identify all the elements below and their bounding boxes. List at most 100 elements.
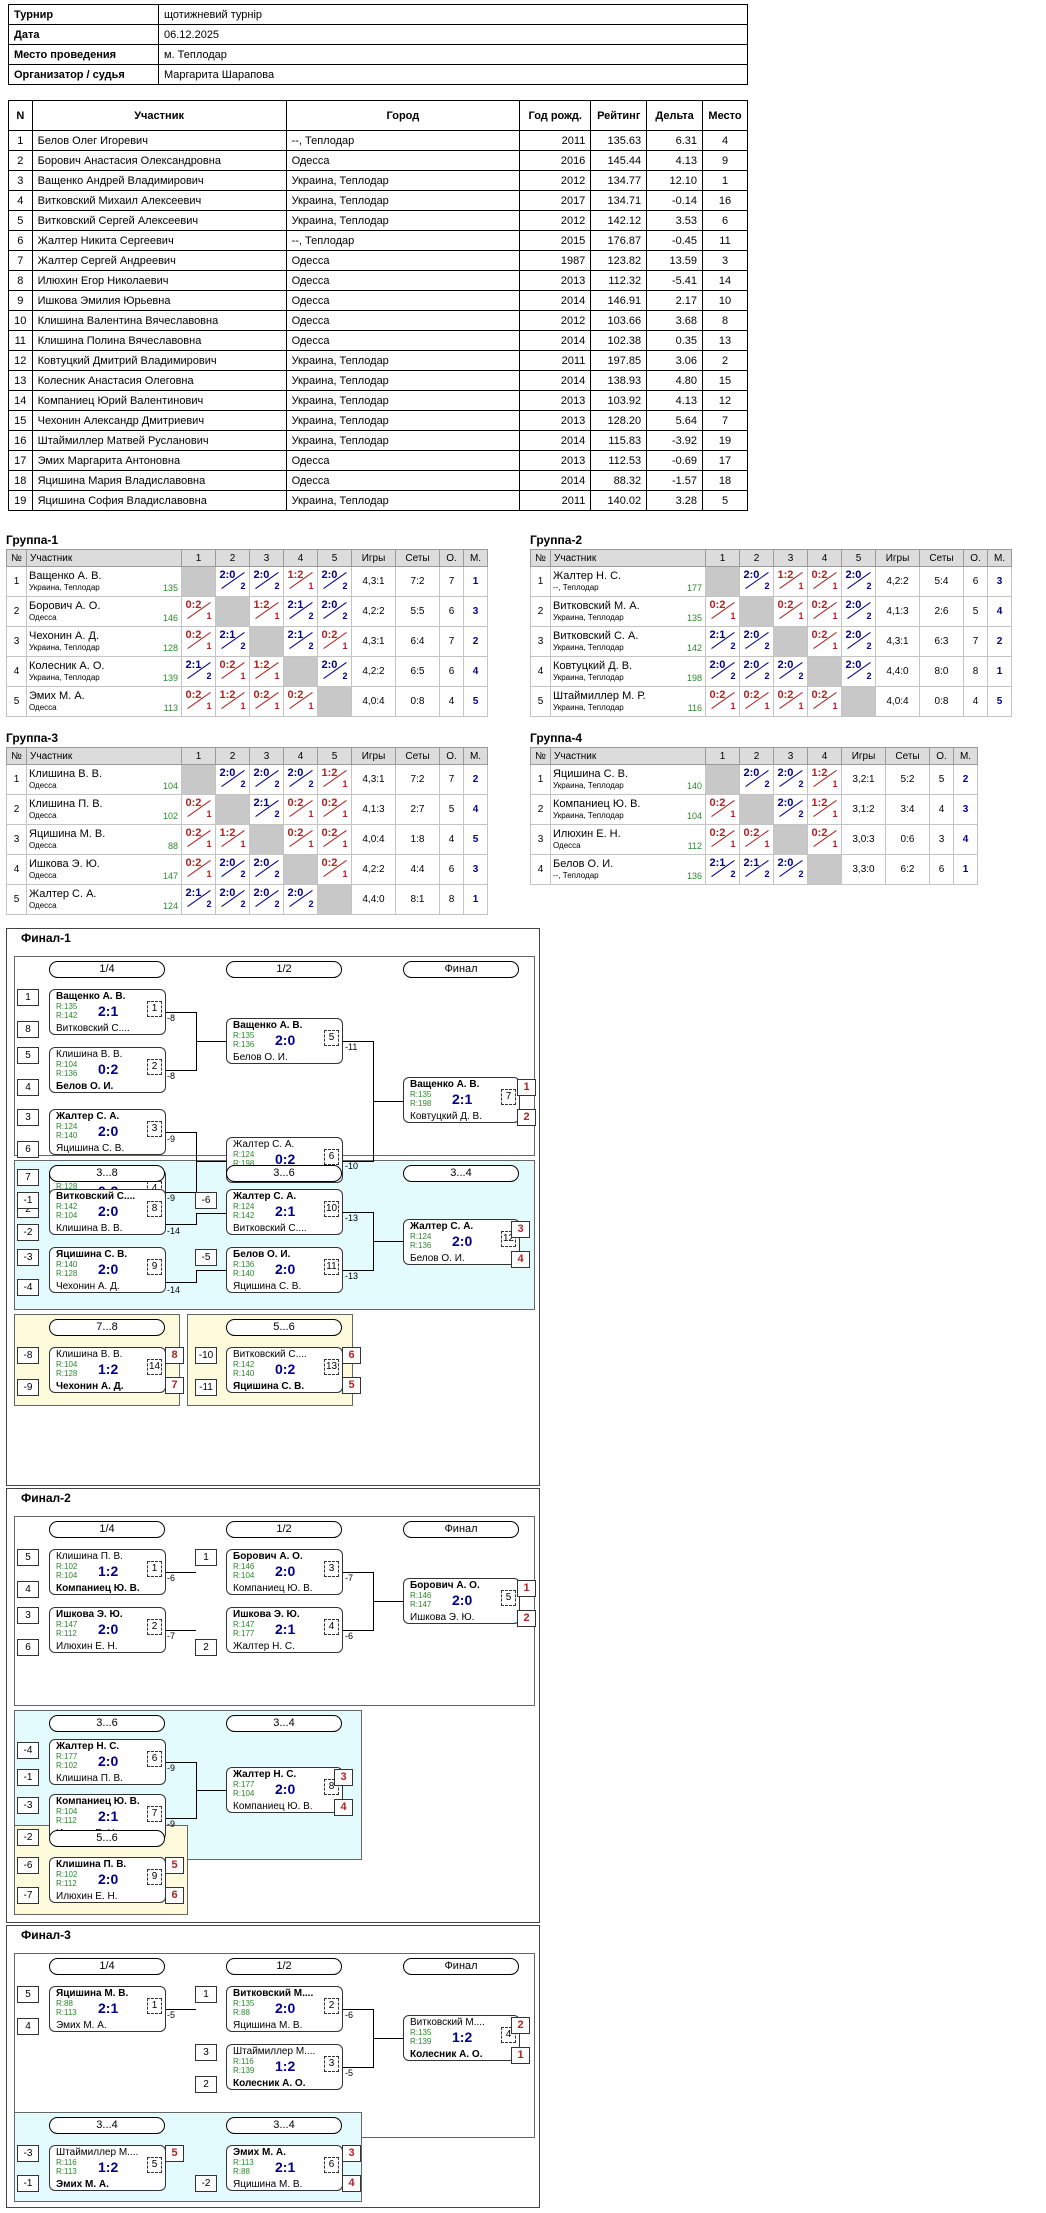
info-key: Место проведения [8,44,159,65]
self-cell [841,686,876,717]
player-name: Компаниец Ю. В. [553,797,641,810]
match-number: 7 [501,1089,516,1105]
match-rating-2: R:112 [56,1816,77,1825]
match-number: 3 [147,1121,162,1137]
bracket-line [196,1270,197,1283]
match-rating-2: R:113 [56,2008,77,2017]
participant-row: 9 Ишкова Эмилия Юрьевна Одесса 2014 146.91 2.… [8,290,748,311]
column-header: Игры [875,549,920,567]
match-player-1: Клишина В. В. [56,1349,123,1360]
column-header: 1 [181,747,216,765]
match-result: 0:2 1 [249,686,284,717]
score-value: 0:2 [743,689,760,701]
score-value: 0:2 [777,599,794,611]
seed-box: 4 [17,2018,39,2035]
score-value: 0:2 [287,827,304,839]
bracket-line [196,1161,226,1162]
player-cell: Ващенко А. В. Украина, Теплодар 135 [26,566,182,597]
participant-city: Одесса [285,150,521,171]
group-sets: 5:5 [395,596,440,627]
info-key: Турнир [8,4,159,25]
info-row: Дата 06.12.2025 [8,24,748,45]
group-sets: 5:4 [919,566,964,597]
player-name: Жалтер С. А. [29,887,97,900]
participant-birth-year: 2012 [519,210,592,231]
round-label: 3...4 [226,2117,342,2134]
score-points: 2 [240,581,246,591]
player-rating: 128 [162,643,178,653]
group-pts: 7 [439,626,464,657]
participant-row: 13 Колесник Анастасия Олеговна Украина, Те… [8,370,748,391]
score-mark: 2:0 2 [321,659,349,681]
final-place: 7 [165,1377,184,1394]
match-number: 2 [147,1619,162,1635]
match-result: 0:2 1 [739,824,774,855]
match-rating-2: R:104 [56,1571,78,1580]
score-value: 2:0 [743,767,760,779]
column-header: Место [702,100,748,131]
seed-box: -2 [17,1829,39,1846]
score-mark: 0:2 1 [811,569,839,591]
score-value: 2:0 [321,569,338,581]
participant-place: 13 [702,330,748,351]
final-place: 2 [511,2017,530,2034]
self-cell [181,566,216,597]
bracket-match: Жалтер С. А. R:124 R:136 2:0 12 Белов О. И. [403,1219,520,1265]
group-header-row: № Участник 1 2 3 4 5 Игры Сеты О. М. [530,549,1012,567]
bracket-line [373,2038,403,2039]
match-result: 2:0 2 [249,884,284,915]
match-rating-2: R:142 [233,1211,255,1220]
score-points: 2 [798,671,804,681]
match-player-2: Илюхин Е. Н. [56,1641,118,1652]
match-player-1: Ващенко А. В. [56,991,126,1002]
match-result: 0:2 1 [283,794,318,825]
match-player-1: Жалтер С. А. [410,1221,474,1232]
seed-box: -10 [195,1347,217,1364]
score-points: 1 [342,869,348,879]
match-rating-1: R:135 [410,2028,432,2037]
match-score: 2:0 [452,1233,473,1249]
round-label: 3...4 [49,2117,165,2134]
match-result: 2:0 2 [841,596,876,627]
final-place: 2 [517,1109,536,1126]
player-name: Ващенко А. В. [29,569,102,582]
score-points: 2 [274,581,280,591]
score-value: 1:2 [219,689,236,701]
score-mark: 0:2 1 [709,689,737,711]
round-label: 3...6 [49,1715,165,1732]
player-cell: Яцишина С. В. Украина, Теплодар 140 [550,764,706,795]
score-points: 1 [240,671,246,681]
column-header: N [8,100,33,131]
score-points: 2 [798,869,804,879]
column-header: 3 [773,549,808,567]
bracket-line [166,2009,196,2010]
group-row: 2 Борович А. О. Одесса 146 0:2 1 1:2 1 2:1 2 2:0 2 4… [6,596,488,627]
bracket-line [166,1630,196,1631]
match-result: 2:1 2 [739,854,774,885]
seed-box: -3 [17,1797,39,1814]
match-rating-2: R:136 [56,1069,78,1078]
player-name: Чехонин А. Д. [29,629,100,642]
participant-city: Украина, Теплодар [285,210,521,231]
round-label: Финал [403,961,519,978]
score-value: 1:2 [811,767,828,779]
score-mark: 2:1 2 [185,659,213,681]
participant-number: 17 [8,450,33,471]
score-value: 0:2 [253,689,270,701]
group-games: 4,1:3 [351,794,396,825]
round-label: 1/2 [226,1958,342,1975]
participant-delta: -0.69 [646,450,704,471]
match-player-2: Эмих М. А. [56,2020,107,2031]
group-row: 1 Яцишина С. В. Украина, Теплодар 140 2:0 2 2:… [530,764,978,795]
score-points: 2 [764,779,770,789]
score-mark: 1:2 1 [253,659,281,681]
group-place: 1 [463,884,488,915]
loser-destination: -6 [345,2010,354,2020]
score-points: 1 [308,701,314,711]
player-rating: 135 [162,583,178,593]
final-title: Финал-1 [21,931,71,945]
loser-destination: -10 [345,1161,359,1171]
player-cell: Клишина В. В. Одесса 104 [26,764,182,795]
match-rating-1: R:102 [56,1562,78,1571]
row-number: 3 [530,824,551,855]
